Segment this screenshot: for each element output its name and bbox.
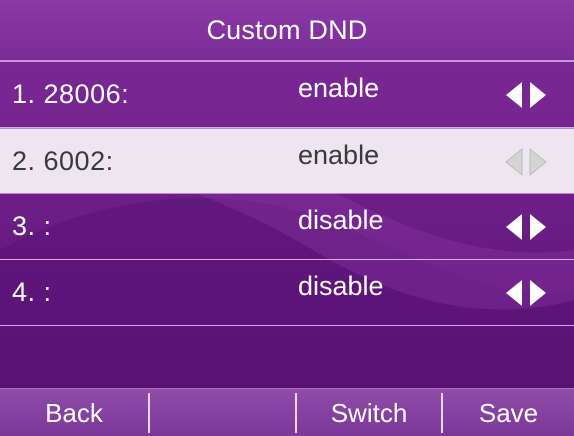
list-item-2[interactable]: 2. 6002: enable: [0, 128, 574, 194]
save-button-label: Save: [478, 397, 539, 428]
row-value: enable: [298, 73, 380, 103]
left-right-arrows-icon[interactable]: [500, 278, 552, 308]
row-value: disable: [298, 271, 384, 301]
list-item-3[interactable]: 3. : disable: [0, 194, 574, 260]
empty-softkey[interactable]: [150, 389, 295, 436]
softkey-bar: Back Switch Save: [0, 388, 574, 436]
list-item-4[interactable]: 4. : disable: [0, 260, 574, 326]
title-bar: Custom DND: [0, 0, 574, 62]
switch-button[interactable]: Switch: [297, 389, 441, 436]
switch-button-label: Switch: [330, 397, 408, 428]
page-title: Custom DND: [206, 14, 368, 45]
row-value: enable: [298, 140, 380, 170]
row-value: disable: [298, 205, 384, 235]
save-button[interactable]: Save: [443, 389, 574, 436]
phone-screen: Custom DND 1. 28006: enable 2. 6002: ena…: [0, 0, 574, 436]
back-button[interactable]: Back: [0, 389, 148, 436]
row-label: 3. :: [12, 211, 52, 241]
left-right-arrows-icon[interactable]: [500, 147, 552, 177]
list-item-1[interactable]: 1. 28006: enable: [0, 62, 574, 128]
left-right-arrows-icon[interactable]: [500, 212, 552, 242]
row-label: 2. 6002:: [12, 146, 114, 176]
left-right-arrows-icon[interactable]: [500, 80, 552, 110]
row-label: 1. 28006:: [12, 79, 130, 109]
back-button-label: Back: [45, 397, 103, 428]
row-label: 4. :: [12, 277, 52, 307]
